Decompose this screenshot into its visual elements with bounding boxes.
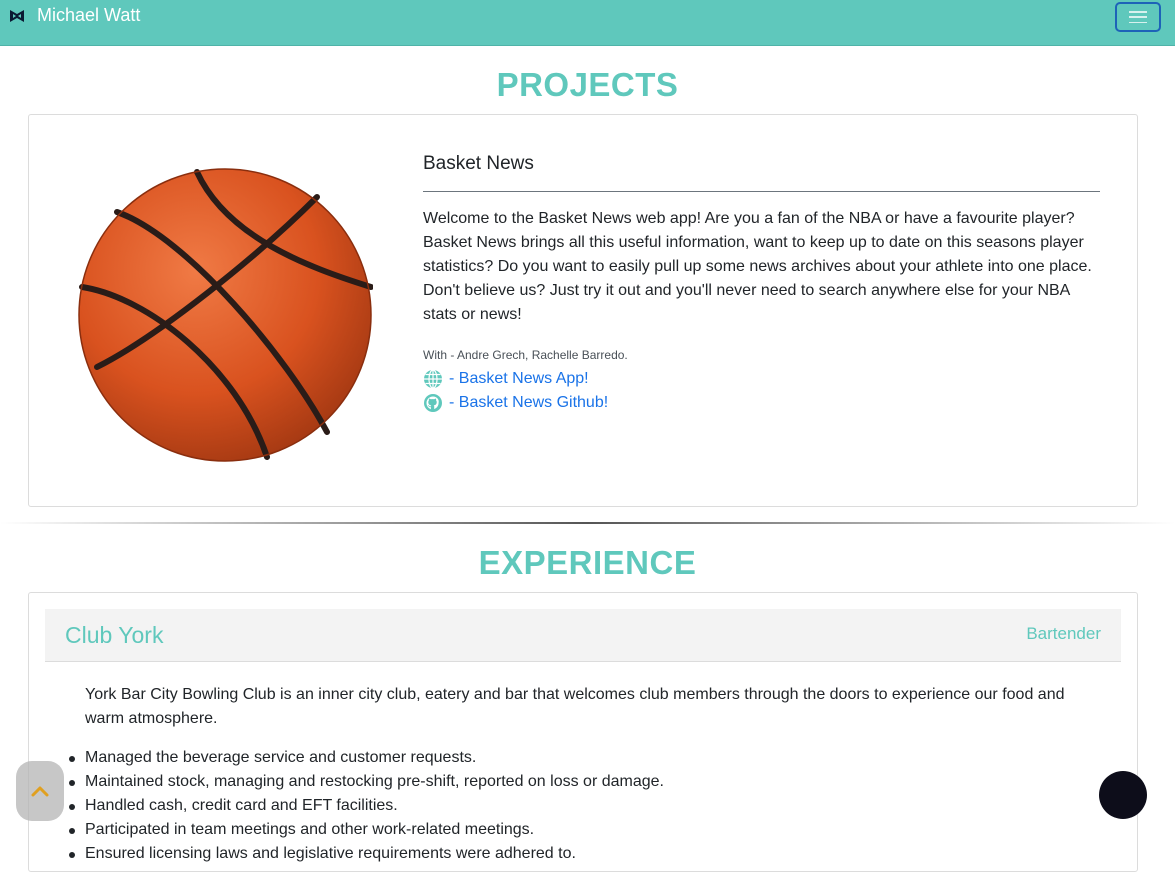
bowtie-logo-icon [10,9,24,22]
section-divider [0,522,1175,524]
hamburger-menu-icon [1129,11,1147,23]
list-item: Ensured licensing laws and legislative r… [69,842,664,866]
project-collaborators: With - Andre Grech, Rachelle Barredo. [423,348,628,362]
list-item: Maintained stock, managing and restockin… [69,770,664,794]
globe-icon [424,369,442,389]
experience-heading: EXPERIENCE [478,544,697,581]
chat-button[interactable] [1099,771,1147,819]
project-github-link-label: - Basket News Github! [449,394,609,411]
list-item: Handled cash, credit card and EFT facili… [69,794,664,818]
scroll-to-top-button[interactable] [16,761,64,821]
projects-heading: PROJECTS [496,66,679,103]
list-item: Managed the beverage service and custome… [69,746,664,770]
project-card: Basket News Welcome to the Basket News w… [28,114,1138,507]
project-app-link-label: - Basket News App! [449,370,589,387]
brand-name: Michael Watt [37,5,141,25]
project-github-link[interactable]: - Basket News Github! [423,393,608,413]
experience-duties-list: Managed the beverage service and custome… [69,746,664,866]
chevron-up-icon [31,786,49,797]
navbar-toggle-button[interactable] [1115,2,1161,32]
experience-company: Club York [65,622,164,648]
experience-card-header: Club York Bartender [45,609,1121,662]
project-title: Basket News [423,153,534,174]
brand-link[interactable]: Michael Watt [9,5,140,26]
project-description: Welcome to the Basket News web app! Are … [423,210,1092,323]
top-navbar: Michael Watt [0,0,1175,46]
experience-card: Club York Bartender York Bar City Bowlin… [28,592,1138,872]
experience-description: York Bar City Bowling Club is an inner c… [85,686,1065,727]
basketball-image [78,168,373,462]
project-title-divider [423,191,1100,192]
github-icon [424,394,442,412]
project-app-link[interactable]: - Basket News App! [423,369,589,389]
experience-role: Bartender [1026,624,1101,643]
list-item: Participated in team meetings and other … [69,818,664,842]
